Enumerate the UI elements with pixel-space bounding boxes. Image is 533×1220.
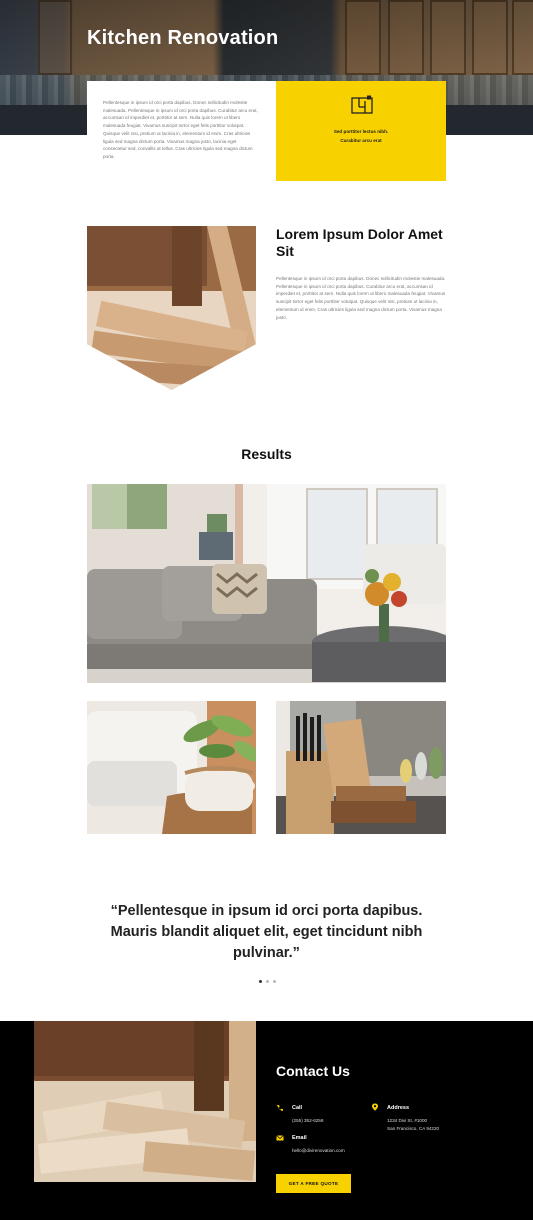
- living-room-illustration: [87, 484, 446, 683]
- contact-wood-photo: [34, 1021, 256, 1182]
- slider-dot[interactable]: [266, 980, 269, 983]
- feature-line-2: Curabitur arcu erat: [340, 138, 382, 143]
- feature-text: Sed porttitor lectus nibh. Curabitur arc…: [276, 127, 446, 145]
- email-icon: [276, 1135, 284, 1141]
- knife-block-photo: [276, 701, 446, 834]
- email-label: Email: [292, 1135, 307, 1141]
- wood-chevron-image: [87, 226, 256, 390]
- chair-plant-illustration: [87, 701, 256, 834]
- intro-body: Pellentesque in ipsum id orci porta dapi…: [103, 100, 258, 159]
- contact-title: Contact Us: [276, 1063, 350, 1079]
- phone-icon: [277, 1105, 283, 1111]
- section-body: Pellentesque in ipsum id orci porta dapi…: [276, 276, 446, 320]
- call-value[interactable]: (255) 352-6258: [292, 1117, 323, 1125]
- wood-planks-illustration: [87, 226, 256, 390]
- chair-plant-photo: [87, 701, 256, 834]
- address-line-2: San Francisco, CA 94220: [387, 1126, 440, 1131]
- slider-dot[interactable]: [259, 980, 262, 983]
- floor-plan-icon: [351, 95, 373, 114]
- address-line-1: 1234 Divi St. #1000: [387, 1118, 428, 1123]
- call-label: Call: [292, 1105, 303, 1111]
- living-room-photo: [87, 484, 446, 683]
- kitchen-counter-illustration: [276, 701, 446, 834]
- slider-pagination[interactable]: [259, 980, 276, 983]
- feature-line-1: Sed porttitor lectus nibh.: [333, 129, 389, 134]
- section-title: Lorem Ipsum Dolor Amet Sit: [276, 226, 443, 259]
- results-heading: Results: [241, 446, 292, 462]
- slider-dot[interactable]: [273, 980, 276, 983]
- get-quote-button[interactable]: GET A FREE QUOTE: [276, 1174, 351, 1193]
- address-label: Address: [387, 1105, 410, 1111]
- email-value[interactable]: hello@divirenovation.com: [292, 1147, 345, 1155]
- testimonial-quote: “Pellentesque in ipsum id orci porta dap…: [110, 903, 423, 961]
- intro-text-card: Pellentesque in ipsum id orci porta dapi…: [87, 81, 276, 181]
- map-pin-icon: [372, 1103, 378, 1111]
- hero-title: Kitchen Renovation: [87, 27, 279, 49]
- wood-blocks-illustration: [34, 1021, 256, 1182]
